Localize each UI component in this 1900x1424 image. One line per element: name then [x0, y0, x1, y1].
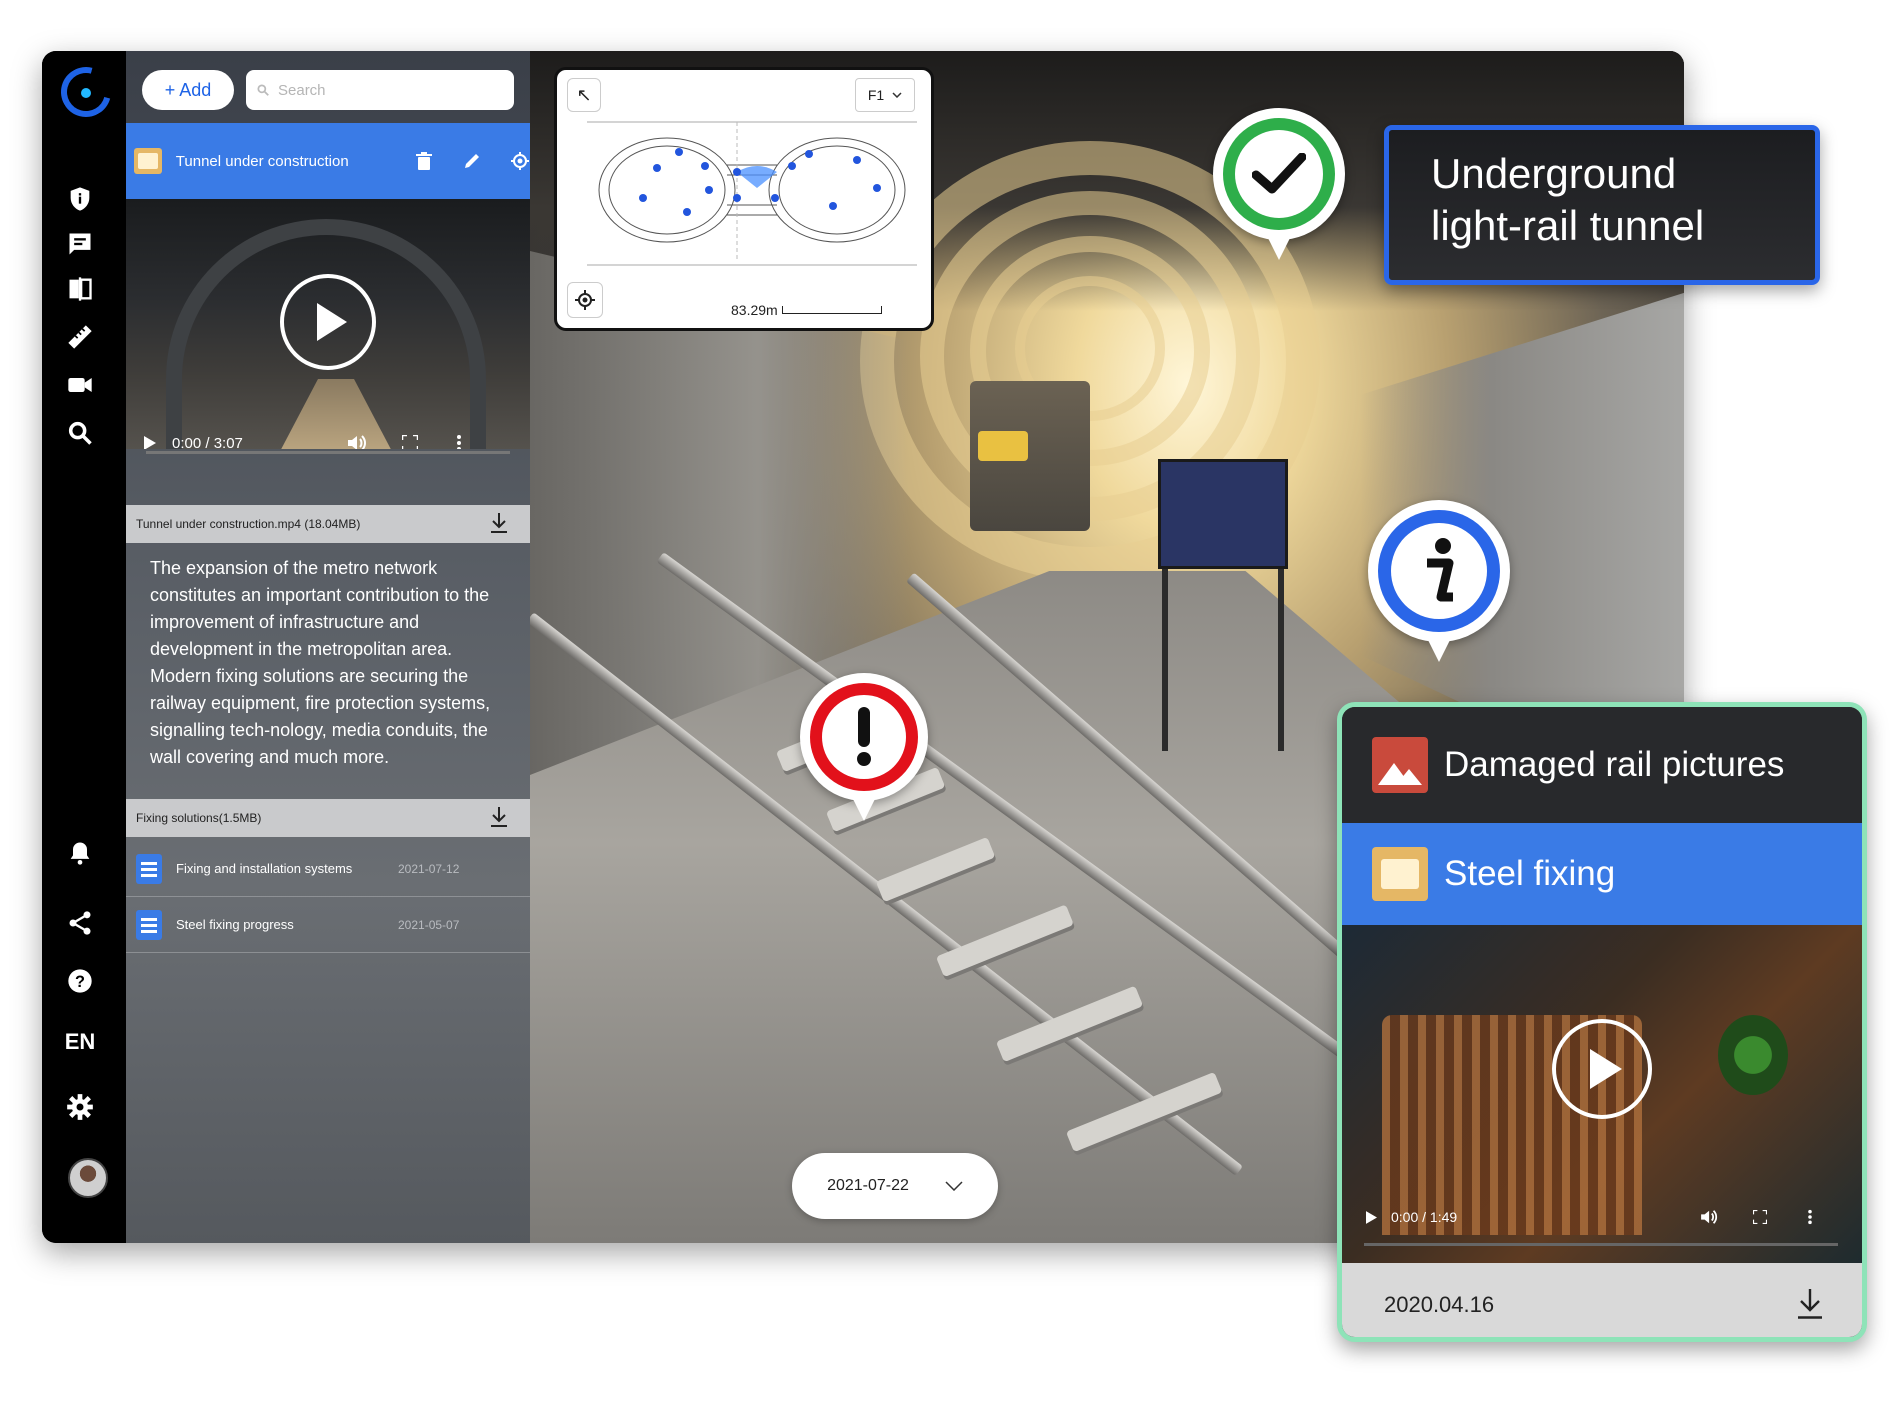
share-icon[interactable]	[64, 907, 96, 939]
icon-rail: ? EN	[42, 51, 126, 1243]
fullscreen-icon[interactable]	[1753, 1210, 1767, 1224]
info-pin[interactable]	[1368, 500, 1510, 672]
volume-icon[interactable]	[1701, 1209, 1719, 1225]
video-time: 0:00 / 3:07	[172, 434, 243, 450]
trash-icon[interactable]	[414, 151, 434, 171]
locate-icon[interactable]	[567, 282, 603, 318]
date-label: 2021-07-22	[827, 1177, 909, 1194]
sign-post	[1278, 551, 1284, 751]
compare-icon[interactable]	[64, 273, 96, 305]
logo-dot	[81, 88, 91, 98]
video-time: 0:00 / 1:49	[1391, 1209, 1458, 1225]
description-text: The expansion of the metro network const…	[150, 558, 491, 767]
list-item-title: Fixing and installation systems	[176, 861, 353, 876]
download-icon[interactable]	[1796, 1289, 1824, 1319]
fullscreen-icon[interactable]	[402, 435, 418, 449]
title-callout: Underground light-rail tunnel	[1384, 125, 1820, 285]
image-icon	[1372, 737, 1428, 793]
floorplan-minimap[interactable]: ↖ F1 83.29m	[554, 67, 934, 331]
exclamation-icon	[857, 707, 871, 766]
card-header-title: Damaged rail pictures	[1444, 745, 1785, 784]
language-selector[interactable]: EN	[56, 1029, 104, 1055]
card-selected-item[interactable]: Steel fixing	[1342, 823, 1862, 925]
scale-line	[781, 306, 882, 314]
gear-icon[interactable]	[64, 1091, 96, 1123]
video-player[interactable]: 0:00 / 3:07	[126, 199, 530, 449]
floorplan-drawing	[587, 121, 917, 266]
status-ok-pin[interactable]	[1213, 108, 1345, 278]
active-item[interactable]: Tunnel under construction	[126, 123, 530, 199]
check-icon	[1252, 153, 1306, 194]
card-video-player[interactable]: 0:00 / 1:49	[1342, 925, 1862, 1263]
play-small-icon[interactable]	[1366, 1210, 1377, 1224]
video-camera-icon[interactable]	[64, 369, 96, 401]
film-icon	[134, 148, 162, 174]
attachment-row[interactable]: Tunnel under construction.mp4 (18.04MB)	[126, 505, 530, 543]
attachment-filename-2: Fixing solutions(1.5MB)	[136, 811, 262, 825]
avatar[interactable]	[68, 1158, 108, 1198]
ruler-icon[interactable]	[64, 321, 96, 353]
list-item-date: 2021-07-12	[398, 861, 460, 876]
card-header[interactable]: Damaged rail pictures	[1342, 707, 1862, 823]
search-icon	[257, 84, 269, 96]
machine-light	[978, 431, 1028, 461]
media-card: Damaged rail pictures Steel fixing 0:00 …	[1337, 702, 1867, 1342]
bell-icon[interactable]	[64, 837, 96, 869]
info-icon	[1427, 538, 1454, 602]
document-icon	[136, 909, 162, 940]
active-item-title: Tunnel under construction	[175, 152, 349, 170]
list-item-title: Steel fixing progress	[176, 917, 294, 932]
shield-info-icon[interactable]	[64, 183, 96, 215]
date-selector[interactable]: 2021-07-22	[792, 1153, 998, 1219]
callout-line-2: light-rail tunnel	[1431, 202, 1705, 249]
chevron-down-icon	[892, 92, 902, 98]
volume-icon[interactable]	[348, 434, 368, 449]
scale-label: 83.29m	[731, 302, 778, 318]
play-icon	[317, 303, 347, 341]
side-panel: + Add Tunnel under construction 0:00 / 3…	[126, 51, 530, 1243]
play-icon	[1590, 1049, 1622, 1089]
expand-icon[interactable]: ↖	[567, 78, 601, 112]
scale-bar: 83.29m	[731, 302, 882, 318]
sign-board	[1158, 459, 1288, 569]
play-button[interactable]	[1552, 1019, 1652, 1119]
floor-selector[interactable]: F1	[855, 78, 915, 112]
add-button[interactable]: + Add	[142, 70, 234, 110]
help-icon[interactable]: ?	[64, 965, 96, 997]
play-button[interactable]	[280, 274, 376, 370]
callout-line-1: Underground	[1431, 150, 1677, 197]
locate-icon[interactable]	[510, 151, 530, 171]
sign-post	[1162, 551, 1168, 751]
card-footer: 2020.04.16	[1342, 1263, 1862, 1337]
list-item-date: 2021-05-07	[398, 917, 460, 932]
alert-pin[interactable]	[800, 673, 928, 837]
attachment-filename: Tunnel under construction.mp4 (18.04MB)	[136, 517, 361, 531]
list-item[interactable]: Steel fixing progress 2021-05-07	[126, 897, 530, 953]
more-vert-icon[interactable]	[456, 434, 462, 449]
floor-label: F1	[867, 87, 885, 103]
download-icon[interactable]	[490, 513, 508, 533]
card-selected-title: Steel fixing	[1444, 854, 1616, 893]
document-icon	[136, 853, 162, 884]
edit-icon[interactable]	[462, 151, 482, 171]
more-vert-icon[interactable]	[1807, 1209, 1813, 1225]
svg-text:?: ?	[75, 973, 85, 991]
search-input[interactable]	[278, 81, 498, 99]
download-icon[interactable]	[490, 807, 508, 827]
list-item[interactable]: Fixing and installation systems 2021-07-…	[126, 841, 530, 897]
video-progress-bar[interactable]	[146, 451, 510, 454]
play-small-icon[interactable]	[144, 436, 156, 449]
search-box	[246, 70, 514, 110]
video-controls: 0:00 / 3:07	[144, 431, 514, 449]
attachment-row-2[interactable]: Fixing solutions(1.5MB)	[126, 799, 530, 837]
search-icon[interactable]	[64, 417, 96, 449]
video-controls: 0:00 / 1:49	[1366, 1205, 1846, 1229]
film-icon	[1372, 847, 1428, 901]
video-frame-valve	[1718, 1015, 1788, 1095]
card-date: 2020.04.16	[1384, 1292, 1495, 1317]
comment-icon[interactable]	[64, 228, 96, 260]
chevron-down-icon	[945, 1181, 963, 1191]
video-progress-bar[interactable]	[1364, 1243, 1838, 1246]
